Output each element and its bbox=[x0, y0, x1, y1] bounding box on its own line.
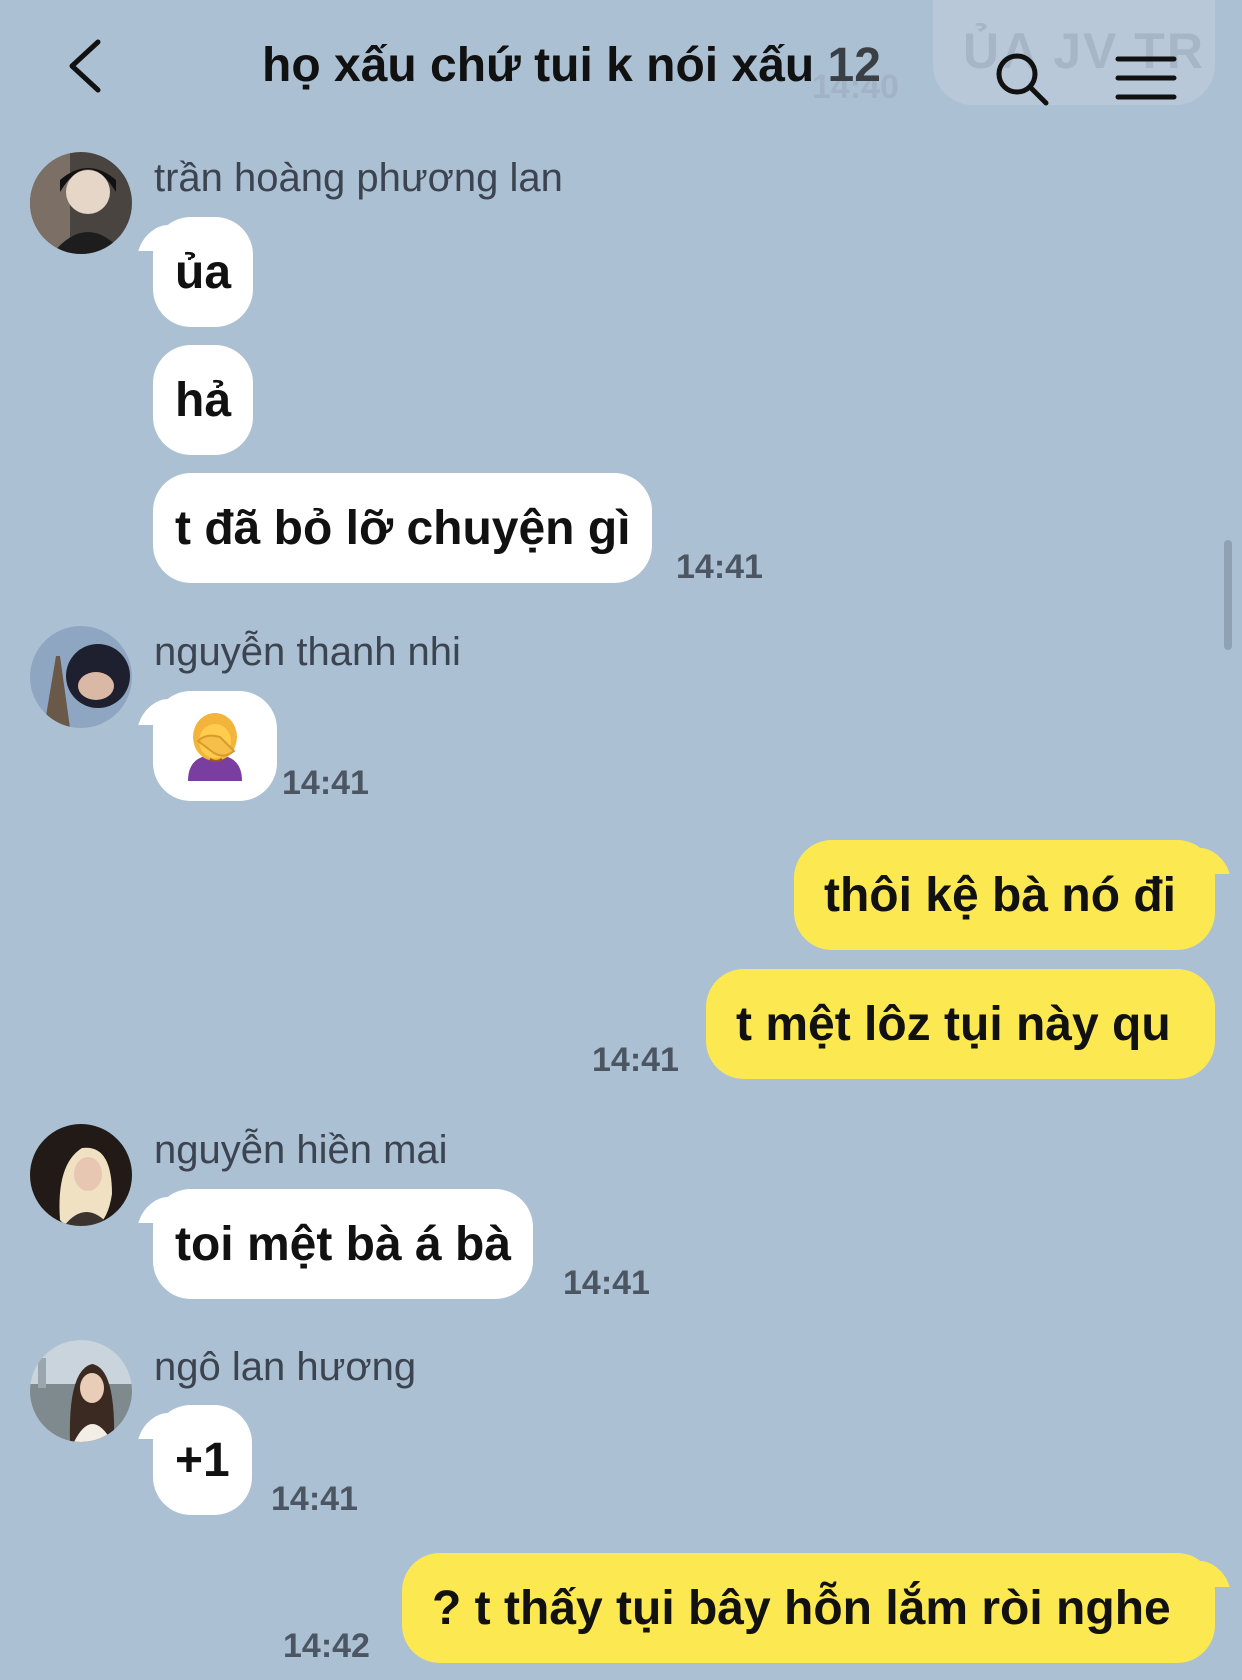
message-text: t đã bỏ lỡ chuyện gì bbox=[175, 501, 631, 555]
message-bubble[interactable]: toi mệt bà á bà bbox=[153, 1189, 534, 1299]
sender-name: trần hoàng phương lan bbox=[154, 156, 563, 200]
avatar[interactable] bbox=[30, 1124, 132, 1226]
avatar-image bbox=[30, 1124, 132, 1226]
message-time: 14:41 bbox=[271, 1480, 358, 1518]
sender-name: nguyễn thanh nhi bbox=[154, 630, 461, 674]
message-text: hả bbox=[175, 373, 232, 427]
message-time: 14:42 bbox=[283, 1627, 370, 1665]
member-count: 12 bbox=[827, 39, 881, 92]
message-bubble[interactable]: hả bbox=[153, 345, 254, 455]
message-text: ? t thấy tụi bây hỗn lắm ròi nghe bbox=[432, 1581, 1171, 1635]
message-bubble[interactable]: thôi kệ bà nó đi bbox=[794, 840, 1215, 950]
message-bubble[interactable]: ủa bbox=[153, 217, 254, 327]
message-bubble[interactable]: t mệt lôz tụi này qu bbox=[706, 969, 1215, 1079]
message-time: 14:41 bbox=[592, 1041, 679, 1079]
message-text: +1 bbox=[175, 1433, 230, 1487]
avatar-image bbox=[30, 1340, 132, 1442]
avatar[interactable] bbox=[30, 626, 132, 728]
message-bubble[interactable]: +1 bbox=[153, 1405, 252, 1515]
avatar-image bbox=[30, 152, 132, 254]
message-bubble[interactable] bbox=[153, 691, 277, 801]
message-text: ủa bbox=[175, 245, 232, 299]
back-arrow-icon[interactable] bbox=[62, 36, 112, 96]
avatar[interactable] bbox=[30, 1340, 132, 1442]
menu-icon[interactable] bbox=[1115, 55, 1177, 101]
message-text: toi mệt bà á bà bbox=[175, 1217, 512, 1271]
chat-header: ỦA JV TR 14:40 họ xấu chứ tui k nói xấu … bbox=[0, 0, 1242, 135]
message-bubble[interactable]: ? t thấy tụi bây hỗn lắm ròi nghe bbox=[402, 1553, 1215, 1663]
message-text: thôi kệ bà nó đi bbox=[824, 868, 1177, 922]
woman-facepalming-icon bbox=[188, 713, 242, 781]
avatar[interactable] bbox=[30, 152, 132, 254]
message-time: 14:41 bbox=[282, 764, 369, 802]
sender-name: ngô lan hương bbox=[154, 1345, 417, 1389]
message-time: 14:41 bbox=[563, 1264, 650, 1302]
avatar-image bbox=[30, 626, 132, 728]
message-text: t mệt lôz tụi này qu bbox=[736, 997, 1171, 1051]
message-bubble[interactable]: t đã bỏ lỡ chuyện gì bbox=[153, 473, 653, 583]
chat-title-text: họ xấu chứ tui k nói xấu bbox=[262, 39, 815, 92]
scrollbar[interactable] bbox=[1224, 540, 1232, 650]
chat-title[interactable]: họ xấu chứ tui k nói xấu 12 bbox=[262, 38, 881, 93]
search-icon[interactable] bbox=[993, 50, 1051, 108]
sender-name: nguyễn hiền mai bbox=[154, 1128, 448, 1172]
message-time: 14:41 bbox=[676, 548, 763, 586]
